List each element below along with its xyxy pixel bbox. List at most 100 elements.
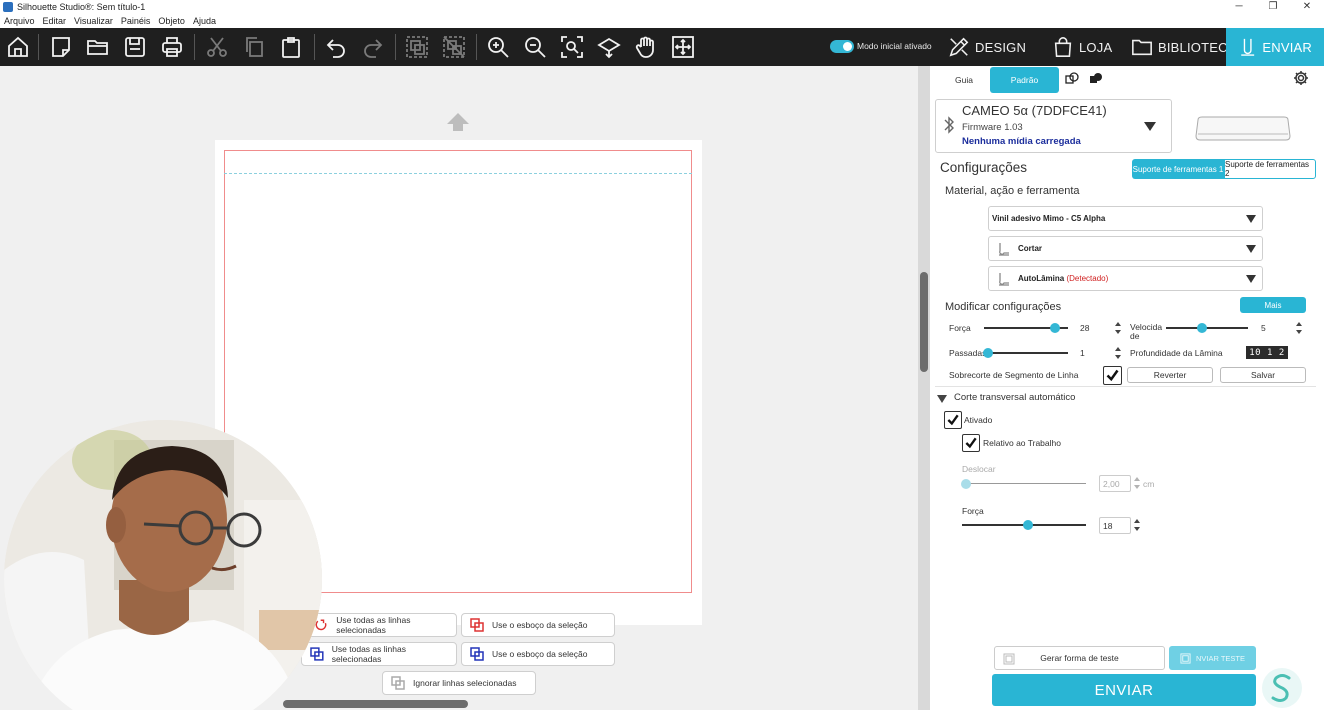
crosscut-title: Corte transversal automático (954, 392, 1076, 403)
ungroup-icon[interactable] (440, 33, 468, 61)
menu-arquivo[interactable]: Arquivo (4, 16, 35, 26)
send-button[interactable]: ENVIAR (992, 674, 1256, 706)
toolbar-separator (194, 34, 195, 60)
feed-up-arrow-icon[interactable] (446, 112, 470, 132)
material-dropdown[interactable]: Vinil adesivo Mimo - C5 Alpha (988, 206, 1263, 231)
undo-icon[interactable] (322, 33, 350, 61)
open-folder-icon[interactable] (84, 33, 112, 61)
new-document-icon[interactable] (47, 33, 75, 61)
passes-spinner[interactable] (1115, 347, 1121, 359)
force-slider-knob[interactable] (1049, 323, 1060, 333)
crosscut-force-slider-knob[interactable] (1022, 520, 1033, 530)
offset-slider-track[interactable] (964, 483, 1086, 484)
force-value: 28 (1080, 323, 1090, 333)
app-icon (3, 2, 13, 12)
menu-objeto[interactable]: Objeto (158, 16, 185, 26)
revert-button[interactable]: Reverter (1127, 367, 1213, 383)
more-button[interactable]: Mais (1240, 297, 1306, 313)
checkmark-icon (965, 437, 977, 449)
passes-slider-knob[interactable] (983, 348, 993, 358)
passes-slider-track[interactable] (986, 352, 1068, 354)
speed-label: Velocida de (1130, 322, 1163, 341)
blade-depth-field[interactable]: 10 1 2 (1246, 346, 1288, 359)
material-section-title: Material, ação e ferramenta (945, 185, 1080, 197)
settings-title: Configurações (940, 160, 1028, 175)
chevron-down-icon (1246, 275, 1256, 283)
vertical-scrollbar[interactable] (918, 66, 930, 710)
test-shape-label: Gerar forma de teste (1040, 653, 1119, 663)
toolbar-separator (314, 34, 315, 60)
silhouette-logo-icon (1271, 674, 1291, 702)
window-title: Silhouette Studio®: Sem título-1 (17, 2, 146, 12)
move-down-icon[interactable] (595, 33, 623, 61)
paste-icon[interactable] (277, 33, 305, 61)
send-test-button[interactable]: NVIAR TESTE (1169, 646, 1256, 670)
gear-icon[interactable] (1293, 70, 1309, 89)
print-icon[interactable] (158, 33, 186, 61)
use-all-lines-red-button[interactable]: Use todas as linhas selecionadas (306, 613, 457, 637)
start-mode-toggle[interactable] (830, 40, 854, 53)
zoom-fit-icon[interactable] (558, 33, 586, 61)
blade-icon (999, 273, 1009, 286)
use-all-lines-blue-button[interactable]: Use todas as linhas selecionadas (301, 642, 457, 666)
tool-holder-2-button[interactable]: Suporte de ferramentas 2 (1224, 159, 1316, 179)
save-settings-button[interactable]: Salvar (1220, 367, 1306, 383)
tab-guide[interactable]: Guia (955, 75, 973, 85)
crosscut-relative-checkbox[interactable] (962, 434, 980, 452)
title-bar: Silhouette Studio®: Sem título-1 ─ ❐ ✕ (0, 0, 1324, 14)
line-overcut-checkbox[interactable] (1103, 366, 1122, 385)
crosscut-force-spinner[interactable] (1134, 519, 1140, 531)
tab-library[interactable]: BIBLIOTECA (1131, 28, 1237, 66)
offset-slider-knob[interactable] (961, 479, 971, 489)
zoom-in-icon[interactable] (484, 33, 512, 61)
vertical-scroll-thumb[interactable] (920, 272, 928, 372)
modify-section-title: Modificar configurações (945, 301, 1062, 313)
group-icon[interactable] (403, 33, 431, 61)
tab-library-label: BIBLIOTECA (1158, 39, 1237, 55)
chevron-down-icon[interactable] (1144, 122, 1156, 131)
chevron-down-icon (1246, 245, 1256, 253)
menu-ajuda[interactable]: Ajuda (193, 16, 216, 26)
menu-editar[interactable]: Editar (43, 16, 67, 26)
zoom-out-icon[interactable] (521, 33, 549, 61)
tool-holder-1-button[interactable]: Suporte de ferramentas 1 (1132, 159, 1224, 179)
offset-unit: cm (1143, 479, 1155, 489)
minimize-button[interactable]: ─ (1222, 0, 1256, 14)
tab-design-label: DESIGN (975, 39, 1027, 55)
maximize-button[interactable]: ❐ (1256, 0, 1290, 14)
close-button[interactable]: ✕ (1290, 0, 1324, 14)
copy-icon[interactable] (240, 33, 268, 61)
action-dropdown[interactable]: Cortar (988, 236, 1263, 261)
tab-design[interactable]: DESIGN (948, 28, 1026, 66)
crosscut-enabled-checkbox[interactable] (944, 411, 962, 429)
use-outline-blue-button[interactable]: Use o esboço da seleção (461, 642, 615, 666)
menu-paineis[interactable]: Painéis (121, 16, 151, 26)
use-outline-red-button[interactable]: Use o esboço da seleção (461, 613, 615, 637)
shapes-outline-icon[interactable] (1065, 72, 1079, 86)
shapes-filled-icon[interactable] (1089, 72, 1103, 86)
offset-input[interactable]: 2,00 (1099, 475, 1131, 492)
speed-spinner[interactable] (1296, 322, 1302, 334)
menu-visualizar[interactable]: Visualizar (74, 16, 113, 26)
device-selector[interactable]: CAMEO 5α (7DDFCE41) Firmware 1.03 Nenhum… (935, 99, 1172, 153)
tab-store[interactable]: LOJA (1052, 28, 1112, 66)
ignore-lines-button[interactable]: Ignorar linhas selecionadas (382, 671, 536, 695)
device-name: CAMEO 5α (7DDFCE41) (962, 103, 1107, 118)
save-icon[interactable] (121, 33, 149, 61)
fit-page-icon[interactable] (669, 33, 697, 61)
tab-standard[interactable]: Padrão (990, 67, 1059, 93)
offset-spinner[interactable] (1134, 477, 1140, 489)
tool-dropdown[interactable]: AutoLâmina (Detectado) (988, 266, 1263, 291)
collapse-triangle-icon[interactable] (937, 395, 947, 403)
tab-send[interactable]: ENVIAR (1226, 28, 1324, 66)
outline-red-icon (470, 618, 484, 632)
crosscut-force-input[interactable]: 18 (1099, 517, 1131, 534)
home-icon[interactable] (4, 33, 32, 61)
horizontal-scroll-thumb[interactable] (283, 700, 468, 708)
test-shape-button[interactable]: Gerar forma de teste (994, 646, 1165, 670)
shopping-bag-icon (1054, 37, 1072, 57)
pan-hand-icon[interactable] (632, 33, 660, 61)
cut-icon[interactable] (203, 33, 231, 61)
redo-icon[interactable] (359, 33, 387, 61)
force-spinner[interactable] (1115, 322, 1121, 334)
